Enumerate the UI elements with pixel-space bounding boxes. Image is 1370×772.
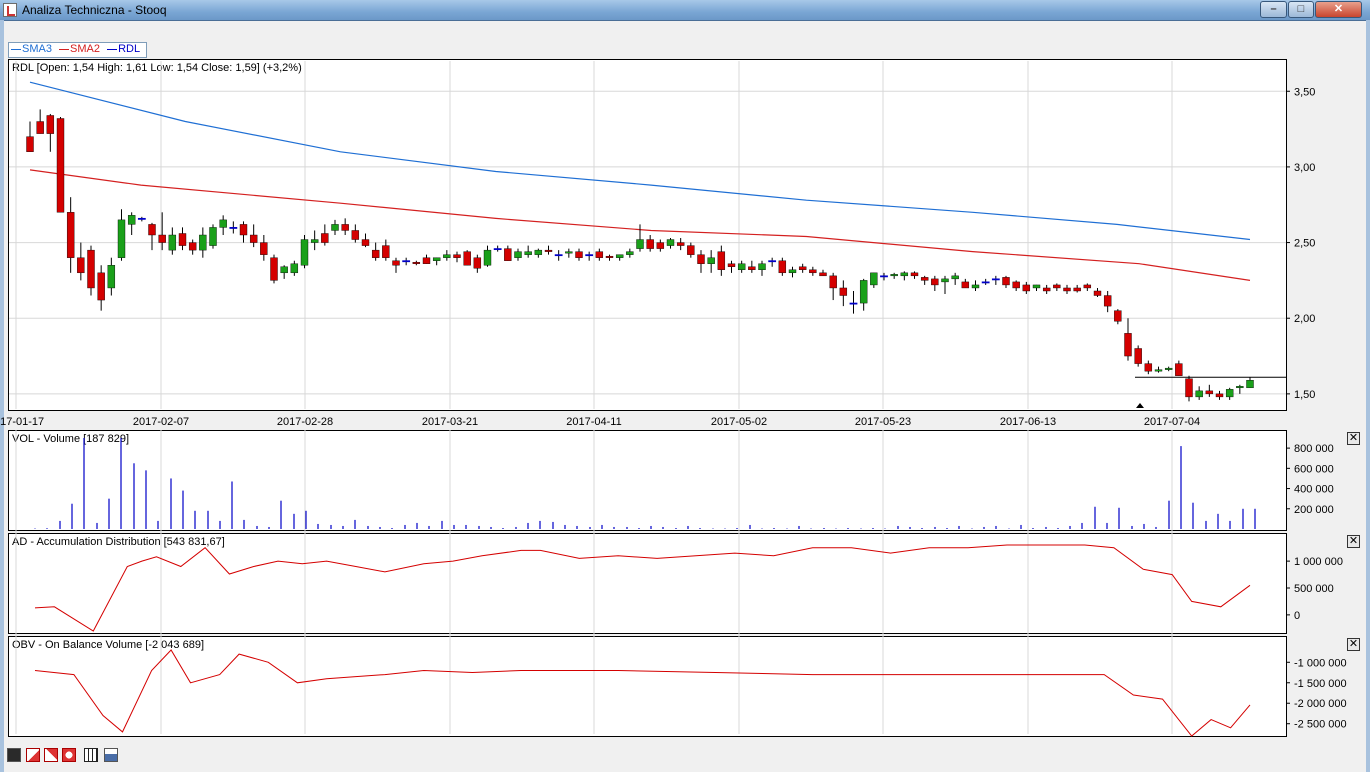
save-icon[interactable] (7, 748, 21, 762)
price-panel-title: RDL [Open: 1,54 High: 1,61 Low: 1,54 Clo… (12, 62, 302, 74)
ad-panel-title: AD - Accumulation Distribution [543 831,… (12, 536, 225, 548)
x-tick-label: 2017-06-13 (1000, 416, 1056, 428)
x-tick-label: 2017-04-11 (566, 416, 621, 428)
volume-panel-title: VOL - Volume [187 829] (12, 433, 129, 445)
y-tick-label: 1,50 (1294, 389, 1315, 401)
window-title: Analiza Techniczna - Stooq (22, 3, 167, 17)
legend-item-rdl[interactable]: RDL (107, 43, 140, 56)
x-tick-label: 2017-07-04 (1144, 416, 1200, 428)
y-tick-label: -1 500 000 (1294, 678, 1347, 690)
zoom-in-icon[interactable] (26, 748, 40, 762)
x-tick-label: 2017-02-28 (277, 416, 333, 428)
obv-panel-title: OBV - On Balance Volume [-2 043 689] (12, 639, 205, 651)
print-icon[interactable] (104, 748, 118, 762)
bottom-toolbar (5, 747, 1365, 767)
y-tick-label: 800 000 (1294, 443, 1334, 455)
window-frame-right (1366, 20, 1370, 772)
y-tick-label: 200 000 (1294, 504, 1334, 516)
x-tick-label: 2017-02-07 (133, 416, 189, 428)
y-tick-label: 1 000 000 (1294, 556, 1343, 568)
y-tick-label: -2 500 000 (1294, 719, 1347, 731)
y-tick-label: 3,50 (1294, 86, 1315, 98)
fit-icon[interactable] (84, 748, 98, 762)
obv-panel[interactable] (8, 636, 1287, 737)
y-tick-label: -2 000 000 (1294, 698, 1347, 710)
window-frame-left (0, 20, 4, 772)
price-panel[interactable] (8, 59, 1287, 411)
y-tick-label: 600 000 (1294, 463, 1334, 475)
app-icon (3, 3, 17, 17)
legend-item-sma3[interactable]: SMA3 (11, 43, 52, 56)
title-bar: Analiza Techniczna - Stooq – □ ✕ (0, 0, 1370, 21)
y-tick-label: 2,00 (1294, 313, 1315, 325)
y-tick-label: 0 (1294, 610, 1300, 622)
y-tick-label: -1 000 000 (1294, 657, 1347, 669)
y-tick-label: 3,00 (1294, 162, 1315, 174)
zoom-out-icon[interactable] (44, 748, 58, 762)
x-tick-label: 2017-01-17 (0, 416, 44, 428)
ad-panel[interactable] (8, 533, 1287, 634)
legend-item-sma2[interactable]: SMA2 (59, 43, 100, 56)
x-tick-label: 2017-05-23 (855, 416, 911, 428)
chart-legend: SMA3 SMA2 RDL (8, 42, 148, 58)
minimize-button[interactable]: – (1260, 1, 1287, 18)
volume-panel-close-button[interactable]: ✕ (1347, 432, 1360, 445)
close-button[interactable]: ✕ (1315, 1, 1362, 18)
x-tick-label: 2017-03-21 (422, 416, 478, 428)
y-tick-label: 500 000 (1294, 583, 1334, 595)
maximize-button[interactable]: □ (1288, 1, 1314, 18)
y-tick-label: 2,50 (1294, 238, 1315, 250)
ad-panel-close-button[interactable]: ✕ (1347, 535, 1360, 548)
x-tick-label: 2017-05-02 (711, 416, 767, 428)
y-tick-label: 400 000 (1294, 484, 1334, 496)
obv-panel-close-button[interactable]: ✕ (1347, 638, 1360, 651)
volume-panel[interactable] (8, 430, 1287, 531)
zoom-all-icon[interactable] (62, 748, 76, 762)
